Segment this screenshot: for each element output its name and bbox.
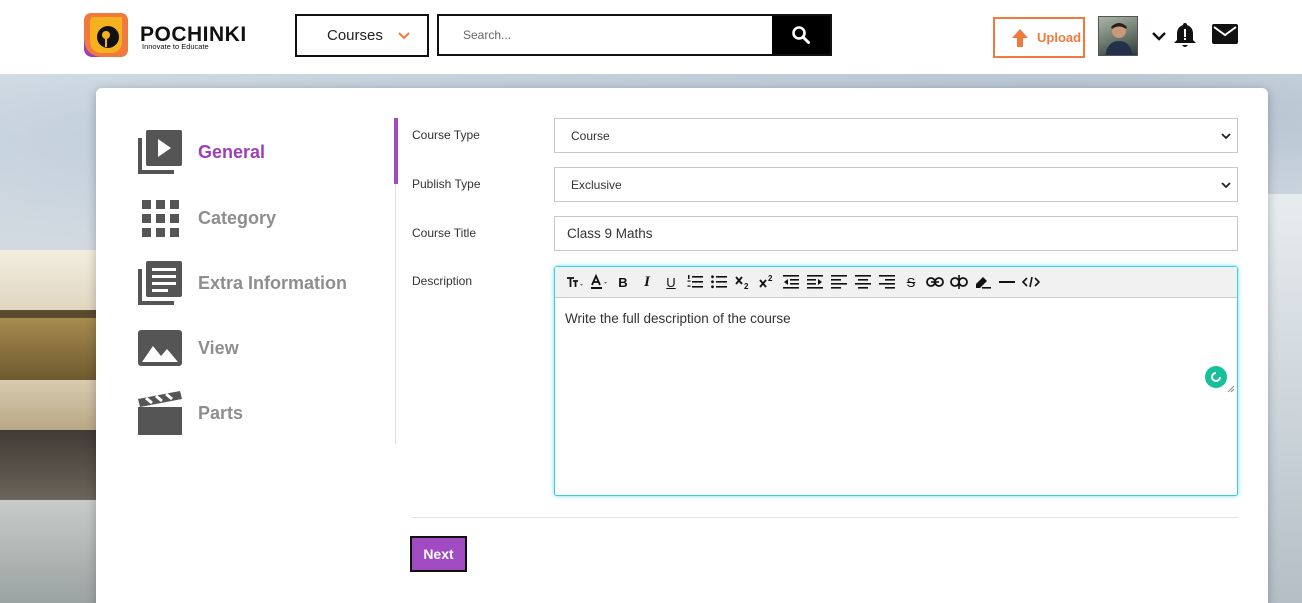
notification-bell-icon[interactable] [1173,21,1197,49]
search-button[interactable] [772,16,830,54]
logo-icon [84,13,128,57]
publish-type-value: Exclusive [571,177,622,192]
active-step-indicator [394,118,398,184]
account-menu-chevron-icon[interactable] [1151,29,1167,43]
clapperboard-icon [138,391,182,435]
nav-item-parts[interactable]: Parts [136,389,243,437]
next-button[interactable]: Next [410,536,467,572]
category-dropdown-value: Courses [327,27,383,44]
books-image-right [1266,194,1302,603]
chevron-down-icon [398,32,410,40]
logo[interactable]: POCHINKI Innovate to Educate [82,11,262,61]
course-title-value: Class 9 Maths [567,226,653,241]
search-bar [437,14,832,56]
outdent-icon[interactable] [779,271,803,293]
indent-icon[interactable] [803,271,827,293]
chevron-down-icon [1221,182,1231,189]
superscript-icon[interactable]: 2 [755,271,779,293]
avatar-image [1105,23,1133,55]
bullet-list-icon[interactable] [707,271,731,293]
font-size-icon[interactable] [563,271,587,293]
avatar[interactable] [1098,16,1138,56]
nav-item-label: Parts [198,402,244,423]
nav-item-label: General [198,141,266,162]
link-icon[interactable] [923,271,947,293]
nav-item-extra-information[interactable]: Extra Information [136,259,347,307]
bold-icon[interactable]: B [611,271,635,293]
search-icon [792,26,810,44]
nav-item-category[interactable]: Category [136,194,276,242]
grid-icon [142,200,179,237]
nav-item-label: Extra Information [198,272,348,293]
nav-item-label: Category [198,207,277,228]
upload-label: Upload [1037,30,1082,45]
video-library-icon [138,130,182,174]
course-title-label: Course Title [412,226,477,240]
publish-type-select[interactable]: Exclusive [554,167,1238,202]
search-input[interactable] [439,16,772,54]
svg-text:2: 2 [744,282,749,290]
publish-type-label: Publish Type [412,177,481,191]
form-divider [412,517,1238,518]
description-label: Description [412,274,473,288]
align-left-icon[interactable] [827,271,851,293]
description-editor[interactable]: B I U 2 2 S Write the full description o… [554,266,1238,496]
course-form-card: General Category Extra Information View … [96,88,1268,603]
svg-text:2: 2 [768,274,773,283]
logo-tagline: Innovate to Educate [142,42,209,51]
code-view-icon[interactable] [1019,271,1043,293]
horizontal-rule-icon[interactable] [995,271,1019,293]
clear-format-icon[interactable] [971,271,995,293]
course-title-input[interactable]: Class 9 Maths [554,216,1238,251]
editor-toolbar: B I U 2 2 S [555,267,1237,298]
image-icon [138,330,182,366]
course-type-label: Course Type [412,128,480,142]
top-header: POCHINKI Innovate to Educate Courses Upl… [0,0,1302,74]
nav-item-label: View [198,337,239,358]
library-books-icon [138,261,182,305]
ordered-list-icon[interactable] [683,271,707,293]
strikethrough-icon[interactable]: S [899,271,923,293]
course-type-select[interactable]: Course [554,118,1238,153]
font-color-icon[interactable] [587,271,611,293]
chevron-down-icon [1221,133,1231,140]
upload-button[interactable]: Upload [993,17,1085,58]
resize-handle-icon[interactable] [1227,385,1235,393]
align-right-icon[interactable] [875,271,899,293]
align-center-icon[interactable] [851,271,875,293]
course-type-value: Course [571,128,610,143]
nav-item-general[interactable]: General [136,128,265,176]
books-image-left [0,250,96,603]
unlink-icon[interactable] [947,271,971,293]
description-text[interactable]: Write the full description of the course [565,311,791,326]
grammarly-icon[interactable] [1205,366,1227,388]
underline-icon[interactable]: U [659,271,683,293]
nav-item-view[interactable]: View [136,324,239,372]
mail-icon[interactable] [1212,24,1238,44]
subscript-icon[interactable]: 2 [731,271,755,293]
upload-arrow-icon [1012,28,1028,47]
category-dropdown[interactable]: Courses [295,14,429,57]
italic-icon[interactable]: I [635,271,659,293]
